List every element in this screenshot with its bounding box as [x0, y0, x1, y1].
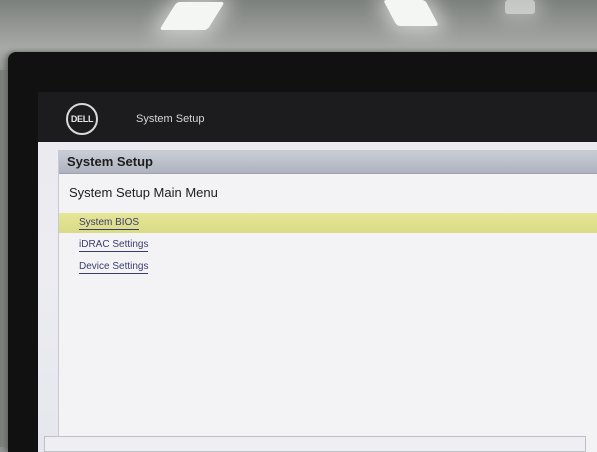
menu-item-label[interactable]: Device Settings: [79, 261, 149, 274]
menu-list: System BIOS iDRAC Settings Device Settin…: [59, 213, 597, 279]
ceiling-light: [383, 0, 439, 26]
menu-item-label[interactable]: System BIOS: [79, 217, 140, 230]
monitor-screen: DELL System Setup System Setup System Se…: [38, 92, 597, 452]
menu-item-system-bios[interactable]: System BIOS: [59, 213, 597, 233]
top-bar: DELL System Setup: [38, 92, 597, 142]
topbar-title: System Setup: [136, 113, 205, 125]
ceiling-light: [159, 2, 225, 30]
main-panel: System Setup System Setup Main Menu Syst…: [58, 150, 597, 452]
menu-item-label[interactable]: iDRAC Settings: [79, 239, 149, 252]
dell-logo-icon: DELL: [66, 103, 98, 135]
page-title: System Setup: [67, 154, 153, 169]
menu-title: System Setup Main Menu: [69, 185, 218, 200]
panel-header: System Setup: [59, 151, 597, 174]
menu-item-device-settings[interactable]: Device Settings: [59, 257, 597, 277]
footer-panel: [44, 436, 586, 452]
ceiling-light: [505, 0, 535, 14]
menu-item-idrac-settings[interactable]: iDRAC Settings: [59, 235, 597, 255]
